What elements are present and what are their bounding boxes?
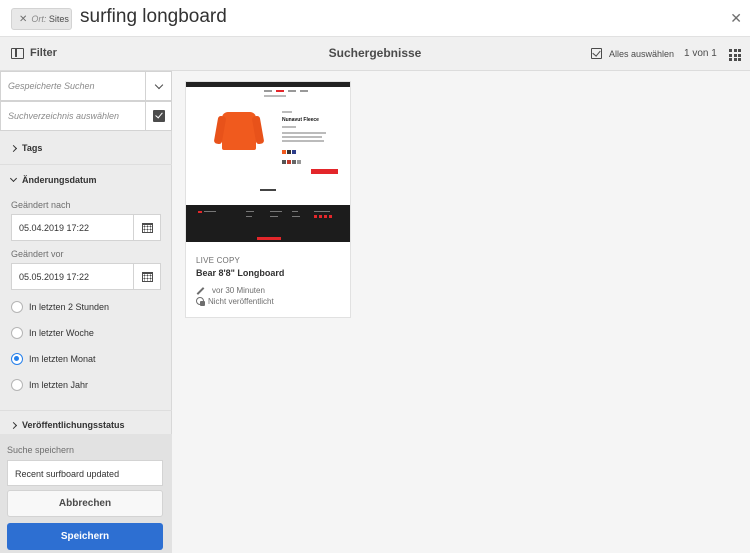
close-icon[interactable]: ✕	[730, 10, 742, 27]
result-count: 1 von 1	[684, 48, 717, 59]
chevron-down-icon	[9, 174, 18, 183]
radio-circle	[11, 379, 23, 391]
radio-last-week[interactable]: In letzter Woche	[11, 327, 94, 339]
card-title: Bear 8'8" Longboard	[196, 268, 285, 278]
pencil-icon	[196, 286, 205, 295]
radio-label: Im letzten Monat	[29, 354, 96, 364]
card-publish-status: Nicht veröffentlicht	[196, 297, 274, 306]
select-all-button[interactable]: Alles auswählen	[591, 48, 674, 59]
radio-last-month[interactable]: Im letzten Monat	[11, 353, 96, 365]
chevron-right-icon	[9, 421, 18, 429]
saved-searches-placeholder: Gespeicherte Suchen	[8, 81, 95, 91]
radio-circle	[11, 301, 23, 313]
modified-before-value: 05.05.2019 17:22	[19, 272, 90, 282]
radio-label: In letzter Woche	[29, 328, 94, 338]
calendar-button[interactable]	[133, 215, 160, 240]
modified-date-section-toggle[interactable]: Änderungsdatum	[9, 174, 97, 185]
modified-date-label: Änderungsdatum	[22, 175, 97, 185]
publication-status-section-toggle[interactable]: Veröffentlichungsstatus	[9, 420, 125, 430]
rail-toggle-icon	[11, 47, 24, 59]
product-image	[222, 112, 256, 150]
filter-label: Filter	[30, 47, 57, 59]
unpublished-icon	[196, 297, 205, 306]
modified-after-value: 05.04.2019 17:22	[19, 223, 90, 233]
publish-status-text: Nicht veröffentlicht	[208, 297, 274, 306]
radio-circle-selected	[11, 353, 23, 365]
save-search-input[interactable]: Recent surfboard updated	[7, 460, 163, 486]
page-thumbnail: Nunavut Fleece	[186, 82, 350, 242]
calendar-icon	[141, 222, 153, 233]
search-bar: ✕ Ort: Sites surfing longboard ✕	[0, 0, 750, 37]
save-search-label: Suche speichern	[7, 445, 75, 455]
path-browser-button[interactable]	[145, 102, 171, 130]
calendar-button[interactable]	[133, 264, 160, 289]
chevron-right-icon	[9, 144, 18, 152]
calendar-icon	[141, 271, 153, 282]
divider	[0, 410, 172, 411]
remove-tag-icon[interactable]: ✕	[19, 14, 27, 25]
radio-last-2-hours[interactable]: In letzten 2 Stunden	[11, 301, 109, 313]
select-all-label: Alles auswählen	[609, 48, 675, 59]
location-tag[interactable]: ✕ Ort: Sites	[11, 8, 72, 30]
modified-before-field[interactable]: 05.05.2019 17:22	[11, 263, 161, 290]
search-directory-field[interactable]: Suchverzeichnis auswählen	[0, 101, 172, 131]
filter-button[interactable]: Filter	[11, 47, 57, 59]
radio-label: In letzten 2 Stunden	[29, 302, 110, 312]
result-card[interactable]: Nunavut Fleece LIVE COPY Bear 8'8" Longb…	[185, 81, 351, 318]
radio-last-year[interactable]: Im letzten Jahr	[11, 379, 88, 391]
action-bar: Filter Suchergebnisse Alles auswählen 1 …	[0, 37, 750, 71]
modified-after-field[interactable]: 05.04.2019 17:22	[11, 214, 161, 241]
chevron-down-icon	[154, 80, 163, 89]
publication-status-label: Veröffentlichungsstatus	[22, 420, 125, 430]
saved-searches-select[interactable]: Gespeicherte Suchen	[0, 71, 172, 101]
tag-prefix: Ort:	[31, 14, 47, 24]
save-search-panel: Suche speichern Recent surfboard updated…	[0, 434, 172, 553]
divider	[0, 164, 172, 165]
tags-section-toggle[interactable]: Tags	[9, 143, 43, 153]
save-button[interactable]: Speichern	[7, 523, 163, 550]
grid-view-icon[interactable]	[729, 49, 741, 61]
tag-value: Sites	[48, 14, 69, 24]
checkbox-icon	[152, 110, 165, 122]
cancel-button[interactable]: Abbrechen	[7, 490, 163, 517]
radio-label: Im letzten Jahr	[29, 380, 89, 390]
dropdown-toggle[interactable]	[145, 72, 171, 100]
search-input[interactable]: surfing longboard	[80, 6, 227, 28]
radio-circle	[11, 327, 23, 339]
modified-time: vor 30 Minuten	[212, 286, 265, 295]
thumbnail-product-title: Nunavut Fleece	[282, 117, 319, 123]
card-type: LIVE COPY	[196, 256, 241, 265]
card-modified: vor 30 Minuten	[196, 286, 265, 295]
checkbox-icon	[591, 48, 602, 59]
search-directory-placeholder: Suchverzeichnis auswählen	[8, 111, 120, 121]
modified-before-label: Geändert vor	[11, 249, 64, 259]
tags-label: Tags	[22, 143, 43, 153]
modified-after-label: Geändert nach	[11, 200, 71, 210]
